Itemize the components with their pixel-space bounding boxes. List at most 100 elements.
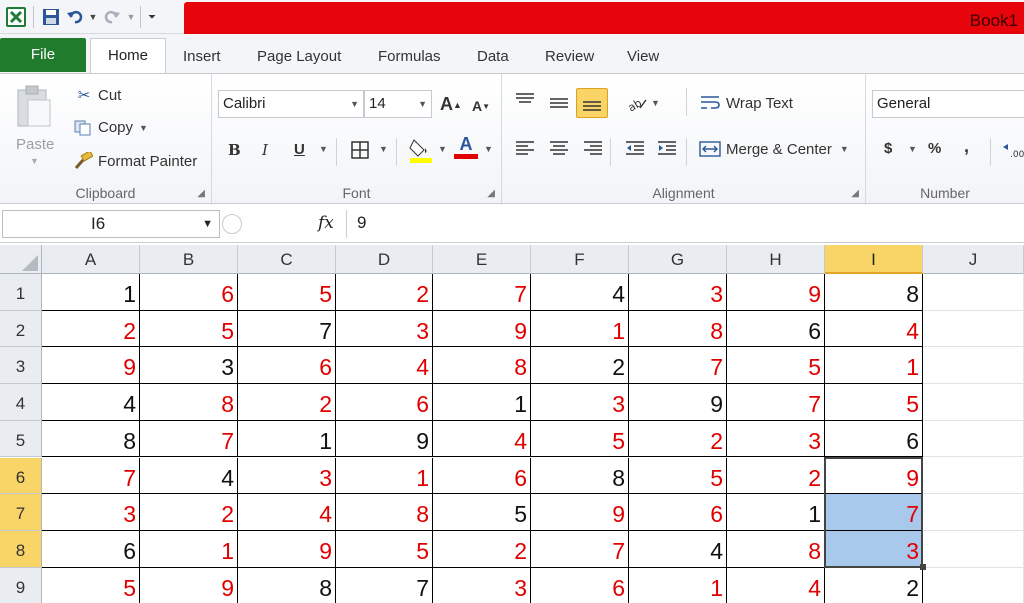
tab-review[interactable]: Review (539, 44, 600, 74)
row-header-6[interactable]: 6 (0, 457, 42, 495)
column-header-e[interactable]: E (433, 245, 531, 274)
cell-g6[interactable]: 5 (629, 457, 727, 495)
cell-i3[interactable]: 1 (825, 347, 923, 385)
row-header-4[interactable]: 4 (0, 384, 42, 421)
name-box-dropdown-icon[interactable]: ▼ (202, 211, 213, 237)
cell-b2[interactable]: 5 (140, 310, 238, 348)
cell-f7[interactable]: 9 (531, 494, 629, 531)
italic-button[interactable]: I (262, 141, 268, 159)
shrink-font-icon[interactable]: A ▼ (472, 98, 490, 114)
align-middle-icon[interactable] (548, 94, 570, 112)
cell-d1[interactable]: 2 (336, 274, 433, 311)
cell-a6[interactable]: 7 (42, 457, 140, 495)
format-painter-button[interactable]: Format Painter (72, 152, 197, 170)
paste-icon[interactable] (14, 84, 54, 130)
font-color-dropdown-icon[interactable]: ▼ (484, 144, 493, 154)
merge-center-button[interactable]: Merge & Center ▼ (698, 140, 849, 158)
cell-a2[interactable]: 2 (42, 310, 140, 348)
cell-i2[interactable]: 4 (825, 310, 923, 348)
cell-b9[interactable]: 9 (140, 567, 238, 603)
cell-a8[interactable]: 6 (42, 530, 140, 568)
cell-f3[interactable]: 2 (531, 347, 629, 385)
cell-b7[interactable]: 2 (140, 494, 238, 531)
tab-formulas[interactable]: Formulas (372, 44, 447, 74)
cell-e5[interactable]: 4 (433, 420, 531, 458)
cell-h5[interactable]: 3 (727, 420, 825, 458)
cell-h7[interactable]: 1 (727, 494, 825, 531)
cell-d3[interactable]: 4 (336, 347, 433, 385)
borders-dropdown-icon[interactable]: ▼ (379, 144, 388, 154)
tab-data[interactable]: Data (471, 44, 515, 74)
cell-a3[interactable]: 9 (42, 347, 140, 385)
formula-bar-splitter-icon[interactable] (222, 214, 242, 234)
cell-j5[interactable] (923, 420, 1024, 458)
tab-file[interactable]: File (0, 38, 86, 72)
cell-j2[interactable] (923, 310, 1024, 348)
cell-b1[interactable]: 6 (140, 274, 238, 311)
cell-f9[interactable]: 6 (531, 567, 629, 603)
font-size-dropdown[interactable]: 14 ▼ (364, 90, 432, 118)
name-box[interactable]: I6 ▼ (2, 210, 220, 238)
cell-b4[interactable]: 8 (140, 384, 238, 421)
cell-c9[interactable]: 8 (238, 567, 336, 603)
increase-decimal-icon[interactable]: .00 (1002, 140, 1024, 160)
column-header-g[interactable]: G (629, 245, 727, 274)
cell-j4[interactable] (923, 384, 1024, 421)
cell-b3[interactable]: 3 (140, 347, 238, 385)
column-header-b[interactable]: B (140, 245, 238, 274)
cell-i4[interactable]: 5 (825, 384, 923, 421)
cell-a7[interactable]: 3 (42, 494, 140, 531)
cell-h6[interactable]: 2 (727, 457, 825, 495)
cell-j3[interactable] (923, 347, 1024, 385)
cell-g1[interactable]: 3 (629, 274, 727, 311)
cell-b5[interactable]: 7 (140, 420, 238, 458)
align-center-icon[interactable] (548, 140, 570, 158)
align-left-icon[interactable] (514, 140, 536, 158)
cell-i1[interactable]: 8 (825, 274, 923, 311)
orientation-dropdown-icon[interactable]: ▼ (651, 98, 660, 108)
cell-g8[interactable]: 4 (629, 530, 727, 568)
borders-icon[interactable] (350, 140, 370, 160)
copy-button[interactable]: Copy ▼ (72, 119, 148, 136)
orientation-icon[interactable]: ab (626, 94, 648, 112)
customize-toolbar-icon[interactable]: ⏷ (147, 4, 157, 30)
cell-a9[interactable]: 5 (42, 567, 140, 603)
cell-f5[interactable]: 5 (531, 420, 629, 458)
cell-f6[interactable]: 8 (531, 457, 629, 495)
cell-j8[interactable] (923, 530, 1024, 568)
undo-icon[interactable] (64, 4, 86, 30)
cell-g7[interactable]: 6 (629, 494, 727, 531)
cell-d8[interactable]: 5 (336, 530, 433, 568)
cell-i6[interactable]: 9 (825, 457, 923, 495)
cell-i7[interactable]: 7 (825, 494, 923, 531)
row-header-2[interactable]: 2 (0, 310, 42, 348)
font-name-dropdown[interactable]: Calibri ▼ (218, 90, 364, 118)
cell-h1[interactable]: 9 (727, 274, 825, 311)
row-header-3[interactable]: 3 (0, 347, 42, 385)
cell-c4[interactable]: 2 (238, 384, 336, 421)
row-header-9[interactable]: 9 (0, 567, 42, 603)
cell-a5[interactable]: 8 (42, 420, 140, 458)
cell-j9[interactable] (923, 567, 1024, 603)
cell-g9[interactable]: 1 (629, 567, 727, 603)
cell-d7[interactable]: 8 (336, 494, 433, 531)
cell-e7[interactable]: 5 (433, 494, 531, 531)
redo-dropdown-icon[interactable]: ▼ (126, 4, 136, 30)
row-header-7[interactable]: 7 (0, 494, 42, 531)
column-header-h[interactable]: H (727, 245, 825, 274)
cell-f4[interactable]: 3 (531, 384, 629, 421)
cell-e1[interactable]: 7 (433, 274, 531, 311)
fill-color-dropdown-icon[interactable]: ▼ (438, 144, 447, 154)
cell-c1[interactable]: 5 (238, 274, 336, 311)
cell-c8[interactable]: 9 (238, 530, 336, 568)
clipboard-launcher-icon[interactable]: ◢ (197, 188, 205, 199)
select-all-corner[interactable] (0, 245, 42, 274)
cell-f8[interactable]: 7 (531, 530, 629, 568)
cell-i5[interactable]: 6 (825, 420, 923, 458)
cell-b8[interactable]: 1 (140, 530, 238, 568)
cell-d9[interactable]: 7 (336, 567, 433, 603)
worksheet-grid[interactable]: ABCDEFGHIJ 11652743982257391864393648275… (0, 245, 1024, 603)
cell-h9[interactable]: 4 (727, 567, 825, 603)
cell-j6[interactable] (923, 457, 1024, 495)
currency-button[interactable]: $ (884, 140, 892, 157)
